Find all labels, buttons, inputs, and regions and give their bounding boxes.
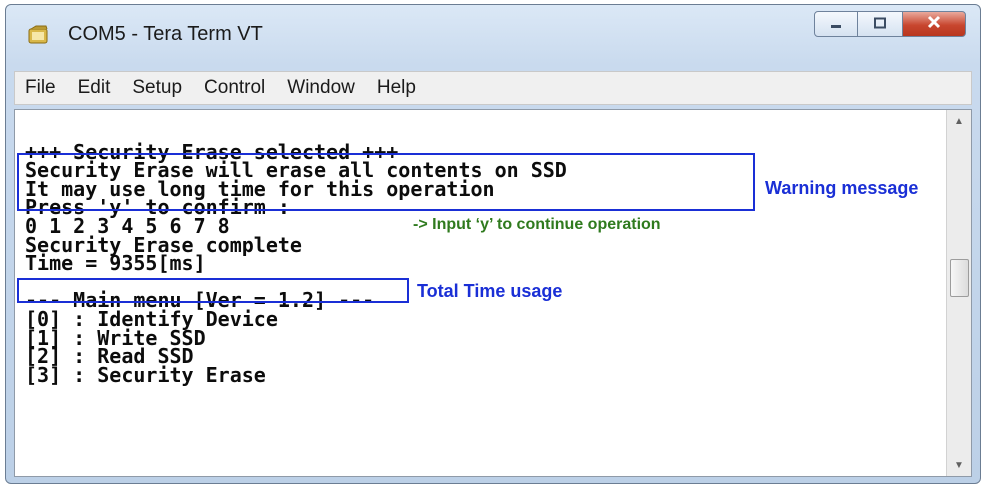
scroll-up-button[interactable]: ▲ (947, 110, 971, 132)
confirm-annotation: -> Input ‘y’ to continue operation (413, 216, 661, 233)
window-title: COM5 - Tera Term VT (68, 23, 263, 45)
time-annotation: Total Time usage (417, 281, 563, 301)
menu-edit[interactable]: Edit (78, 77, 111, 99)
minimize-button[interactable] (814, 11, 858, 37)
menu-file[interactable]: File (25, 77, 56, 99)
scroll-down-button[interactable]: ▼ (947, 454, 971, 476)
menu-bar: File Edit Setup Control Window Help (14, 71, 972, 105)
menu-help[interactable]: Help (377, 77, 416, 99)
close-button[interactable] (902, 11, 966, 37)
maximize-button[interactable] (858, 11, 902, 37)
terminal-line: Time = 9355[ms] (25, 251, 206, 276)
menu-control[interactable]: Control (204, 77, 265, 99)
minimize-icon (829, 16, 843, 32)
close-icon (926, 15, 942, 34)
warning-highlight-box (17, 153, 755, 211)
time-highlight-box (17, 278, 409, 303)
scroll-up-icon: ▲ (954, 115, 964, 127)
window-controls (814, 11, 966, 41)
menu-setup[interactable]: Setup (132, 77, 182, 99)
title-bar[interactable]: COM5 - Tera Term VT (6, 5, 980, 67)
tera-term-app-icon[interactable] (28, 25, 50, 47)
tera-term-window: COM5 - Tera Term VT File Edit Setup Cont… (5, 4, 981, 484)
vertical-scrollbar[interactable]: ▲ ▼ (946, 110, 971, 476)
warning-annotation: Warning message (765, 178, 919, 198)
scrollbar-thumb[interactable] (950, 259, 969, 297)
scroll-down-icon: ▼ (954, 459, 964, 471)
terminal-line: [3] : Security Erase (25, 362, 266, 387)
maximize-icon (873, 16, 887, 32)
menu-window[interactable]: Window (287, 77, 355, 99)
